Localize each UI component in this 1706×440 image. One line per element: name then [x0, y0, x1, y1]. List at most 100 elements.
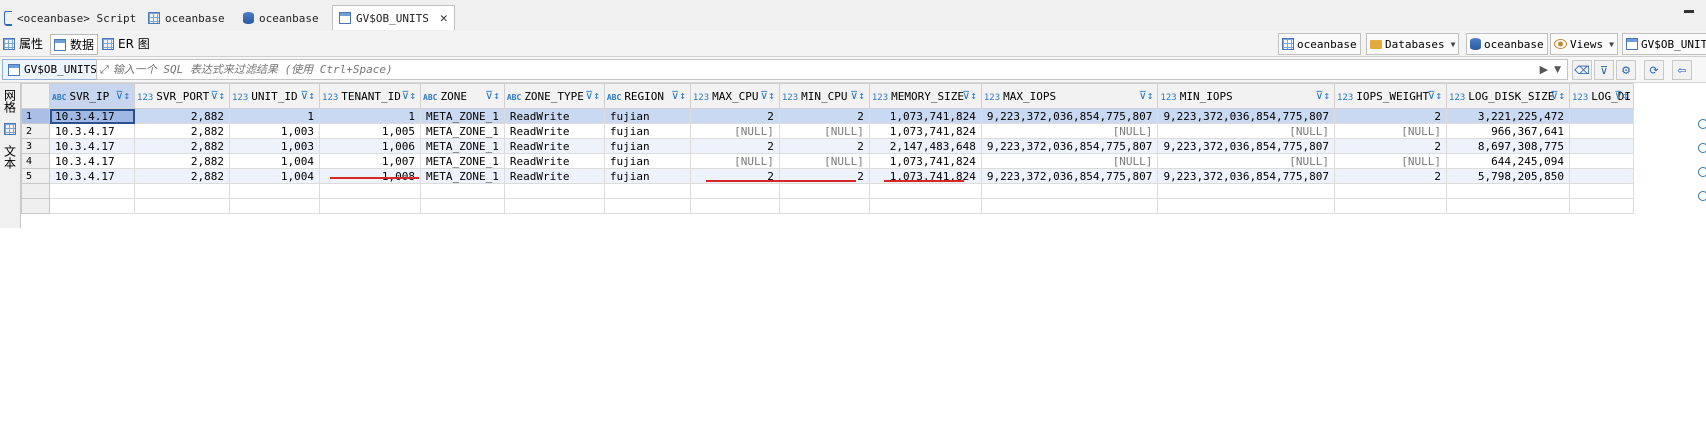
- breadcrumb-table[interactable]: GV$OB_UNITS: [1622, 33, 1706, 55]
- column-header-max-iops[interactable]: 123 MAX_IOPS ⊽↕: [980, 83, 1159, 109]
- grid-cell[interactable]: 10.3.4.17: [49, 138, 135, 154]
- column-filter-sort-icon[interactable]: ⊽↕: [1550, 89, 1565, 102]
- grid-cell[interactable]: fujian: [603, 138, 691, 154]
- grid-cell[interactable]: [1569, 138, 1635, 154]
- column-header-log-disk-size[interactable]: 123 LOG_DISK_SIZE ⊽↕: [1446, 83, 1571, 109]
- panel-icon[interactable]: [1698, 191, 1706, 201]
- editor-tab-database[interactable]: oceanbase: [243, 6, 319, 30]
- column-header-memory-size[interactable]: 123 MEMORY_SIZE ⊽↕: [868, 83, 982, 109]
- breadcrumb-connection[interactable]: oceanbase: [1278, 33, 1361, 55]
- editor-tab-script[interactable]: <oceanbase> Script: [4, 6, 136, 30]
- grid-cell[interactable]: 1,004: [229, 168, 320, 184]
- grid-cell[interactable]: 644,245,094: [1446, 153, 1571, 169]
- grid-cell[interactable]: [NULL]: [980, 153, 1159, 169]
- editor-tab-connection[interactable]: oceanbase: [148, 6, 225, 30]
- grid-cell[interactable]: 8,697,308,775: [1446, 138, 1571, 154]
- grid-cell[interactable]: 9,223,372,036,854,775,807: [1157, 108, 1336, 124]
- panel-icon[interactable]: [1698, 167, 1706, 177]
- grid-cell[interactable]: 10.3.4.17: [49, 153, 135, 169]
- column-header-svr-ip[interactable]: ABC SVR_IP ⊽↕: [49, 83, 135, 109]
- chevron-down-icon[interactable]: ▼: [1609, 40, 1614, 49]
- grid-cell[interactable]: [NULL]: [1334, 123, 1448, 139]
- grid-cell[interactable]: META_ZONE_1: [420, 138, 505, 154]
- column-filter-sort-icon[interactable]: ⊽↕: [115, 89, 130, 102]
- editor-tab-gv-ob-units[interactable]: GV$OB_UNITS ✕: [332, 5, 455, 30]
- grid-cell[interactable]: 10.3.4.17: [49, 123, 135, 139]
- grid-cell[interactable]: ReadWrite: [503, 123, 605, 139]
- panel-icon[interactable]: [1698, 143, 1706, 153]
- column-filter-sort-icon[interactable]: ⊽↕: [1614, 89, 1629, 102]
- grid-cell[interactable]: 1,073,741,824: [868, 108, 982, 124]
- column-filter-sort-icon[interactable]: ⊽↕: [585, 89, 600, 102]
- grid-cell[interactable]: 1,007: [319, 153, 421, 169]
- grid-cell[interactable]: [NULL]: [980, 123, 1159, 139]
- breadcrumb-views[interactable]: Views ▼: [1550, 33, 1618, 55]
- column-filter-sort-icon[interactable]: ⊽↕: [401, 89, 416, 102]
- grid-cell[interactable]: ReadWrite: [503, 108, 605, 124]
- text-view-button[interactable]: 文本: [2, 145, 18, 169]
- grid-cell[interactable]: 2,882: [134, 123, 230, 139]
- column-header-log-di[interactable]: 123 LOG_DI ⊽↕: [1569, 83, 1635, 109]
- grid-cell[interactable]: 1: [229, 108, 320, 124]
- grid-cell[interactable]: 2: [1334, 138, 1448, 154]
- grid-cell[interactable]: [1569, 168, 1635, 184]
- grid-view-button[interactable]: 网格: [2, 89, 18, 113]
- grid-cell[interactable]: 2: [689, 108, 780, 124]
- subtab-data[interactable]: 数据: [50, 34, 99, 55]
- grid-cell[interactable]: fujian: [603, 123, 691, 139]
- grid-cell[interactable]: META_ZONE_1: [420, 123, 505, 139]
- grid-cell[interactable]: [1569, 108, 1635, 124]
- grid-cell[interactable]: 1: [319, 108, 421, 124]
- table-row[interactable]: 4 10.3.4.17 2,882 1,004 1,007 META_ZONE_1 Read…: [21, 153, 1635, 169]
- row-number[interactable]: 1: [21, 108, 50, 124]
- expand-icon[interactable]: ⤢: [100, 63, 109, 77]
- table-row[interactable]: 2 10.3.4.17 2,882 1,003 1,005 META_ZONE_1 Read…: [21, 123, 1635, 139]
- row-number[interactable]: 5: [21, 168, 50, 184]
- grid-cell[interactable]: 2,882: [134, 138, 230, 154]
- history-dropdown-icon[interactable]: ▼: [1554, 65, 1561, 75]
- row-number[interactable]: 2: [21, 123, 50, 139]
- chevron-down-icon[interactable]: ▼: [1451, 40, 1456, 49]
- grid-cell[interactable]: [NULL]: [689, 123, 780, 139]
- grid-cell[interactable]: 2,882: [134, 153, 230, 169]
- grid-cell[interactable]: [NULL]: [1334, 153, 1448, 169]
- grid-cell[interactable]: 1,073,741,824: [868, 153, 982, 169]
- column-filter-sort-icon[interactable]: ⊽↕: [671, 89, 686, 102]
- column-header-max-cpu[interactable]: 123 MAX_CPU ⊽↕: [689, 83, 780, 109]
- grid-cell[interactable]: [NULL]: [1157, 153, 1336, 169]
- grid-cell[interactable]: ReadWrite: [503, 138, 605, 154]
- column-filter-sort-icon[interactable]: ⊽↕: [1139, 89, 1154, 102]
- grid-cell[interactable]: 1,006: [319, 138, 421, 154]
- grid-cell[interactable]: [NULL]: [1157, 123, 1336, 139]
- grid-cell[interactable]: 2: [1334, 108, 1448, 124]
- breadcrumb-database[interactable]: oceanbase: [1466, 33, 1548, 55]
- grid-cell[interactable]: META_ZONE_1: [420, 108, 505, 124]
- column-filter-sort-icon[interactable]: ⊽↕: [1315, 89, 1330, 102]
- column-filter-sort-icon[interactable]: ⊽↕: [1427, 89, 1442, 102]
- grid-cell[interactable]: fujian: [603, 153, 691, 169]
- grid-cell[interactable]: [NULL]: [778, 153, 870, 169]
- column-filter-sort-icon[interactable]: ⊽↕: [850, 89, 865, 102]
- grid-cell[interactable]: 9,223,372,036,854,775,807: [980, 108, 1159, 124]
- grid-cell[interactable]: 9,223,372,036,854,775,807: [1157, 168, 1336, 184]
- grid-cell[interactable]: 2: [778, 138, 870, 154]
- subtab-properties[interactable]: 属性: [3, 34, 43, 53]
- grid-cell[interactable]: 966,367,641: [1446, 123, 1571, 139]
- grid-cell[interactable]: META_ZONE_1: [420, 168, 505, 184]
- column-header-tenant-id[interactable]: 123 TENANT_ID ⊽↕: [319, 83, 421, 109]
- filter-icon[interactable]: ⊽: [1594, 60, 1614, 80]
- column-filter-sort-icon[interactable]: ⊽↕: [485, 89, 500, 102]
- filter-input[interactable]: [108, 62, 1475, 77]
- grid-cell[interactable]: 1,005: [319, 123, 421, 139]
- column-header-zone[interactable]: ABC ZONE ⊽↕: [420, 83, 505, 109]
- grid-cell[interactable]: 3,221,225,472: [1446, 108, 1571, 124]
- grid-cell[interactable]: [1569, 153, 1635, 169]
- grid-cell[interactable]: 10.3.4.17: [49, 108, 135, 124]
- grid-cell[interactable]: 5,798,205,850: [1446, 168, 1571, 184]
- grid-cell[interactable]: 2: [778, 108, 870, 124]
- grid-cell[interactable]: 1,008: [319, 168, 421, 184]
- column-header-svr-port[interactable]: 123 SVR_PORT ⊽↕: [134, 83, 230, 109]
- column-filter-sort-icon[interactable]: ⊽↕: [210, 89, 225, 102]
- filter-table-chip[interactable]: GV$OB_UNITS: [2, 59, 103, 80]
- column-header-iops-weight[interactable]: 123 IOPS_WEIGHT ⊽↕: [1334, 83, 1448, 109]
